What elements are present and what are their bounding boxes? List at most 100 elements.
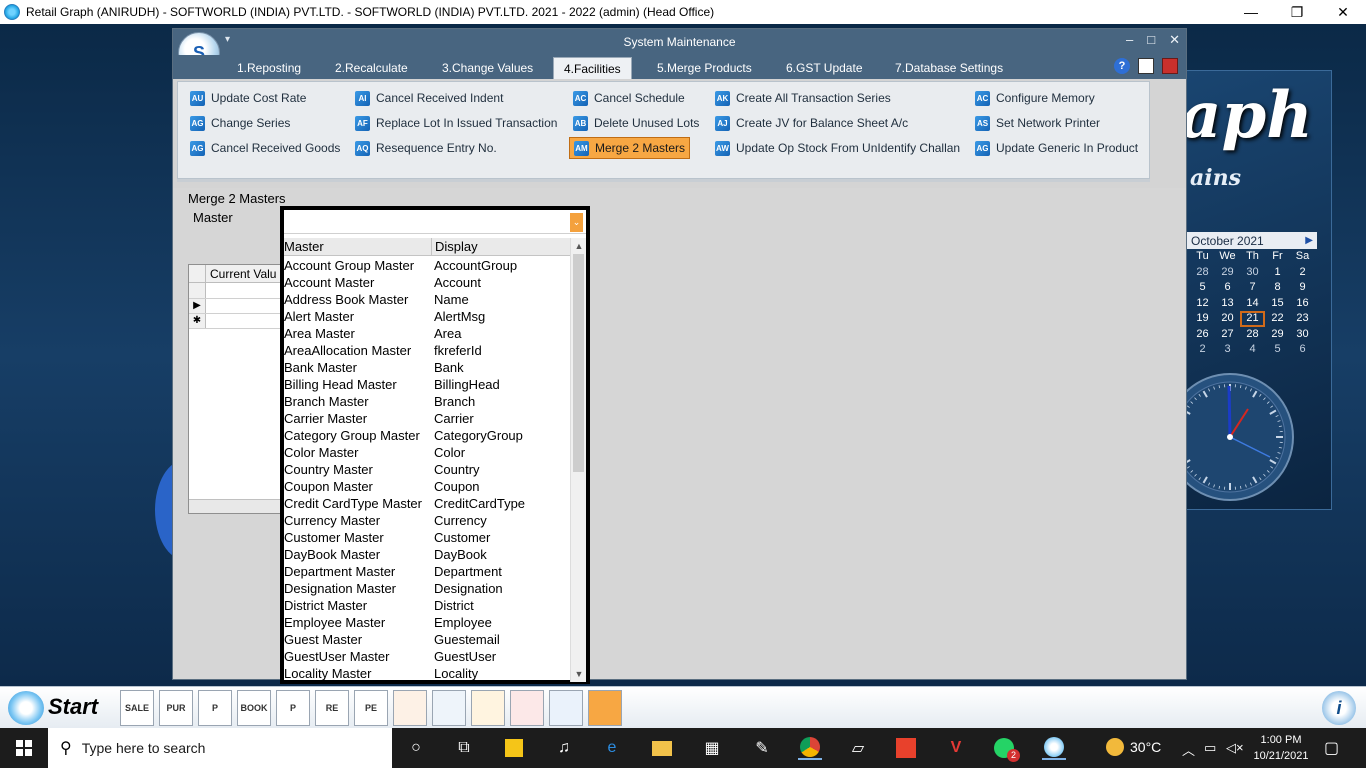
calendar-day[interactable]: 7 bbox=[1240, 280, 1265, 296]
taskbar-clock[interactable]: 1:00 PM 10/21/2021 bbox=[1246, 732, 1316, 764]
ribbon-set-network-printer[interactable]: AS Set Network Printer bbox=[971, 112, 1104, 134]
calendar-day[interactable]: 16 bbox=[1290, 296, 1315, 312]
retail-graph-taskbar-icon[interactable] bbox=[1042, 736, 1066, 760]
list-item[interactable]: Account Group Master AccountGroup bbox=[284, 257, 570, 274]
close-button[interactable]: ✕ bbox=[1320, 0, 1366, 24]
ribbon-cancel-schedule[interactable]: AC Cancel Schedule bbox=[569, 87, 689, 109]
dropdown-scrollbar[interactable]: ▲ ▼ bbox=[570, 238, 586, 682]
tab-merge-products[interactable]: 5.Merge Products bbox=[647, 57, 762, 79]
ribbon-update-op-stock-from-unidentify-challan[interactable]: AW Update Op Stock From UnIdentify Challa… bbox=[711, 137, 964, 159]
calculator-icon[interactable]: ▦ bbox=[700, 736, 724, 760]
tray-chevron-icon[interactable]: ︿ bbox=[1182, 740, 1195, 759]
calendar-day[interactable]: 30 bbox=[1290, 327, 1315, 343]
list-item[interactable]: Currency Master Currency bbox=[284, 512, 570, 529]
cortana-icon[interactable]: ○ bbox=[404, 736, 428, 760]
list-item[interactable]: Locality Master Locality bbox=[284, 665, 570, 682]
ribbon-cancel-received-indent[interactable]: AI Cancel Received Indent bbox=[351, 87, 507, 109]
calendar-day[interactable]: 30 bbox=[1240, 265, 1265, 281]
calendar-day[interactable]: 28 bbox=[1190, 265, 1215, 281]
network-icon[interactable]: ▭ bbox=[1204, 740, 1216, 756]
list-item[interactable]: Alert Master AlertMsg bbox=[284, 308, 570, 325]
task-view-icon[interactable]: ⧉ bbox=[452, 736, 476, 760]
start-button[interactable]: Start bbox=[48, 694, 98, 720]
list-item[interactable]: Account Master Account bbox=[284, 274, 570, 291]
maximize-icon[interactable]: □ bbox=[1147, 32, 1155, 48]
calendar-day[interactable]: 29 bbox=[1215, 265, 1240, 281]
windows-start-button[interactable] bbox=[0, 728, 48, 768]
calendar-day[interactable]: 21 bbox=[1240, 311, 1265, 327]
ribbon-configure-memory[interactable]: AC Configure Memory bbox=[971, 87, 1099, 109]
list-item[interactable]: GuestUser Master GuestUser bbox=[284, 648, 570, 665]
list-item[interactable]: Billing Head Master BillingHead bbox=[284, 376, 570, 393]
calendar-day[interactable]: 6 bbox=[1215, 280, 1240, 296]
list-item[interactable]: Designation Master Designation bbox=[284, 580, 570, 597]
calendar-day[interactable]: 29 bbox=[1265, 327, 1290, 343]
toolbar-shortcut-icon[interactable]: RE bbox=[315, 690, 349, 726]
list-item[interactable]: Guest Master Guestemail bbox=[284, 631, 570, 648]
calendar-day[interactable]: 4 bbox=[1240, 342, 1265, 358]
table-row-new[interactable]: ✱ bbox=[189, 314, 287, 329]
calendar-day[interactable]: 8 bbox=[1265, 280, 1290, 296]
ribbon-create-jv-for-balance-sheet-a-c[interactable]: AJ Create JV for Balance Sheet A/c bbox=[711, 112, 912, 134]
calendar-day[interactable]: 9 bbox=[1290, 280, 1315, 296]
calendar-day[interactable]: 5 bbox=[1190, 280, 1215, 296]
calendar-day[interactable]: 2 bbox=[1190, 342, 1215, 358]
music-app-icon[interactable]: ♫ bbox=[552, 736, 576, 760]
paint-icon[interactable]: ✎ bbox=[750, 736, 774, 760]
tab-facilities[interactable]: 4.Facilities bbox=[553, 57, 632, 79]
list-item[interactable]: DayBook Master DayBook bbox=[284, 546, 570, 563]
ribbon-create-all-transaction-series[interactable]: AK Create All Transaction Series bbox=[711, 87, 895, 109]
tab-database-settings[interactable]: 7.Database Settings bbox=[885, 57, 1013, 79]
ribbon-change-series[interactable]: AG Change Series bbox=[186, 112, 294, 134]
calendar-day[interactable]: 1 bbox=[1265, 265, 1290, 281]
list-item[interactable]: AreaAllocation Master fkreferId bbox=[284, 342, 570, 359]
list-item[interactable]: Coupon Master Coupon bbox=[284, 478, 570, 495]
calendar-day[interactable]: 6 bbox=[1290, 342, 1315, 358]
notification-icon[interactable]: ▢ bbox=[1324, 738, 1339, 758]
ribbon-update-generic-in-product[interactable]: AG Update Generic In Product bbox=[971, 137, 1142, 159]
list-item[interactable]: Color Master Color bbox=[284, 444, 570, 461]
calendar-day[interactable]: 19 bbox=[1190, 311, 1215, 327]
column-header-display[interactable]: Display bbox=[432, 238, 478, 255]
master-combobox[interactable]: ⌄ Master Display Account Group Master Acc… bbox=[280, 206, 590, 684]
vivaldi-icon[interactable]: V bbox=[944, 736, 968, 760]
ribbon-resequence-entry-no[interactable]: AQ Resequence Entry No. bbox=[351, 137, 501, 159]
ribbon-merge-2-masters[interactable]: AM Merge 2 Masters bbox=[569, 137, 691, 159]
pin-icon[interactable]: ▾ bbox=[225, 34, 230, 45]
close-icon[interactable]: ✕ bbox=[1169, 32, 1180, 48]
toolbar-shortcut-icon[interactable] bbox=[549, 690, 583, 726]
calendar-day[interactable]: 27 bbox=[1215, 327, 1240, 343]
toolbar-shortcut-icon[interactable]: BOOK bbox=[237, 690, 271, 726]
toolbar-shortcut-icon[interactable]: PE bbox=[354, 690, 388, 726]
anydesk-icon[interactable] bbox=[894, 736, 918, 760]
list-item[interactable]: District Master District bbox=[284, 597, 570, 614]
master-input[interactable] bbox=[284, 210, 586, 234]
calendar-day[interactable]: 22 bbox=[1265, 311, 1290, 327]
weather-widget[interactable]: 30°C bbox=[1106, 738, 1161, 756]
ribbon-delete-unused-lots[interactable]: AB Delete Unused Lots bbox=[569, 112, 703, 134]
calendar-day[interactable]: 12 bbox=[1190, 296, 1215, 312]
list-item[interactable]: Bank Master Bank bbox=[284, 359, 570, 376]
notes-icon[interactable] bbox=[1138, 58, 1154, 74]
tab-recalculate[interactable]: 2.Recalculate bbox=[325, 57, 418, 79]
file-explorer-icon[interactable] bbox=[650, 736, 674, 760]
toolbar-shortcut-icon[interactable] bbox=[432, 690, 466, 726]
next-month-arrow-icon[interactable]: ▶ bbox=[1305, 235, 1313, 246]
start-logo-icon[interactable] bbox=[8, 691, 44, 725]
calendar-day[interactable]: 5 bbox=[1265, 342, 1290, 358]
list-item[interactable]: Carrier Master Carrier bbox=[284, 410, 570, 427]
ribbon-replace-lot-in-issued-transaction[interactable]: AF Replace Lot In Issued Transaction bbox=[351, 112, 561, 134]
tab-gst-update[interactable]: 6.GST Update bbox=[776, 57, 873, 79]
toolbar-shortcut-icon[interactable] bbox=[510, 690, 544, 726]
calendar-day[interactable]: 28 bbox=[1240, 327, 1265, 343]
calendar-day[interactable]: 23 bbox=[1290, 311, 1315, 327]
taskbar-search[interactable]: ⚲ Type here to search bbox=[48, 728, 392, 768]
list-item[interactable]: Customer Master Customer bbox=[284, 529, 570, 546]
toolbar-shortcut-icon[interactable]: P bbox=[276, 690, 310, 726]
calendar-day[interactable]: 15 bbox=[1265, 296, 1290, 312]
calendar-day[interactable]: 20 bbox=[1215, 311, 1240, 327]
calendar-day[interactable]: 2 bbox=[1290, 265, 1315, 281]
grid-filter-row[interactable] bbox=[189, 283, 287, 299]
ribbon-cancel-received-goods[interactable]: AG Cancel Received Goods bbox=[186, 137, 344, 159]
whatsapp-icon[interactable]: 2 bbox=[992, 736, 1020, 762]
